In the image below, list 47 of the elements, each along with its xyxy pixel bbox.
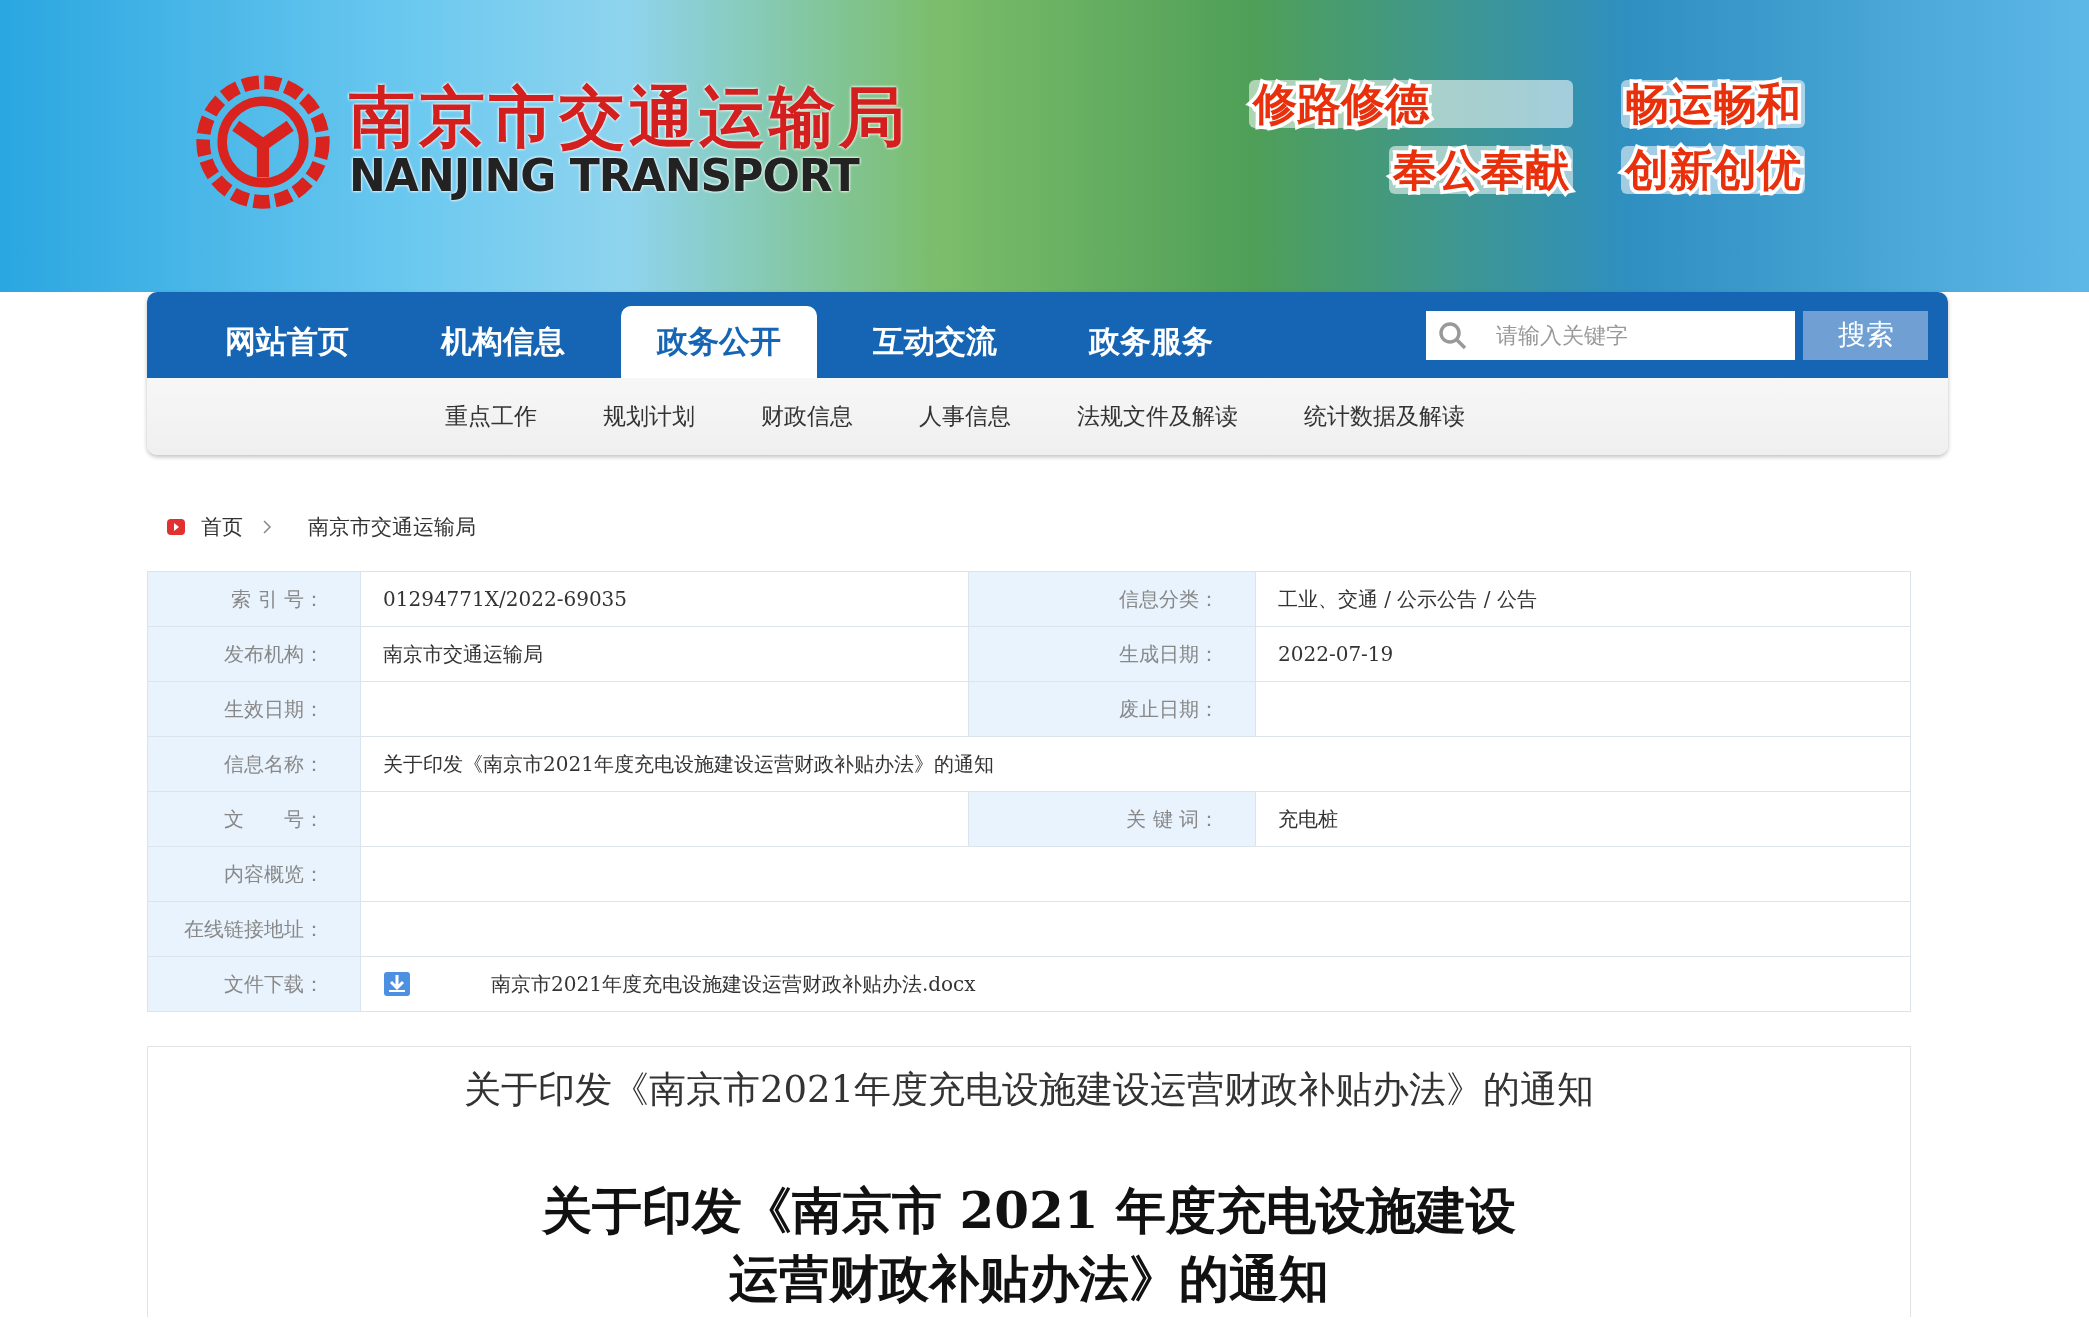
download-icon[interactable] xyxy=(383,971,411,997)
field-label: 发布机构： xyxy=(147,626,361,682)
document-heading: 关于印发《南京市 2021 年度充电设施建设 xyxy=(542,1180,1516,1242)
slogan-text: 修路修德 xyxy=(1249,80,1573,128)
field-value: 充电桩 xyxy=(1278,806,1338,831)
document-heading: 运营财政补贴办法》的通知 xyxy=(729,1248,1329,1310)
field-label: 索 引 号： xyxy=(147,571,361,627)
subnav-link[interactable]: 人事信息 xyxy=(919,401,1011,432)
field-label: 文件下载： xyxy=(147,956,361,1012)
subnav-link[interactable]: 重点工作 xyxy=(445,401,537,432)
subnav-link[interactable]: 法规文件及解读 xyxy=(1077,401,1238,432)
subnav-link[interactable]: 规划计划 xyxy=(603,401,695,432)
field-label: 内容概览： xyxy=(147,846,361,902)
file-link[interactable]: 南京市2021年度充电设施建设运营财政补贴办法.docx xyxy=(491,970,976,998)
field-label: 关 键 词： xyxy=(968,791,1256,847)
subnav-link[interactable]: 财政信息 xyxy=(761,401,853,432)
field-label: 生效日期： xyxy=(147,681,361,737)
subnav-link[interactable]: 统计数据及解读 xyxy=(1304,401,1465,432)
slogan-text: 奉公奉献 xyxy=(1389,146,1573,194)
nav-tab[interactable]: 互动交流 xyxy=(837,306,1033,378)
field-label: 废止日期： xyxy=(968,681,1256,737)
breadcrumb-link[interactable]: 首页 xyxy=(201,513,243,541)
chevron-right-icon xyxy=(263,520,272,534)
logo-icon xyxy=(195,74,331,210)
slogan-text: 畅运畅和 xyxy=(1621,80,1805,128)
field-label: 信息分类： xyxy=(968,571,1256,627)
article-title: 关于印发《南京市2021年度充电设施建设运营财政补贴办法》的通知 xyxy=(463,1067,1595,1113)
nav-tab[interactable]: 机构信息 xyxy=(405,306,601,378)
nav-tab[interactable]: 政务服务 xyxy=(1053,306,1249,378)
nav-tab[interactable]: 政务公开 xyxy=(621,306,817,378)
slogan-text: 创新创优 xyxy=(1621,146,1805,194)
logo-title: 南京市交通运输局 xyxy=(349,83,909,153)
field-label: 在线链接地址： xyxy=(147,901,361,957)
field-label: 生成日期： xyxy=(968,626,1256,682)
nav-tab[interactable]: 网站首页 xyxy=(189,306,385,378)
play-icon xyxy=(167,519,185,535)
field-value: 南京市交通运输局 xyxy=(383,641,543,666)
field-value: 2022-07-19 xyxy=(1278,642,1394,666)
field-value: 关于印发《南京市2021年度充电设施建设运营财政补贴办法》的通知 xyxy=(383,751,994,776)
field-value: 工业、交通 / 公示公告 / 公告 xyxy=(1278,586,1537,611)
field-label: 文 号： xyxy=(147,791,361,847)
search-icon xyxy=(1438,320,1468,351)
field-label: 信息名称： xyxy=(147,736,361,792)
logo-subtitle: NANJING TRANSPORT xyxy=(349,152,861,201)
field-value: 01294771X/2022-69035 xyxy=(383,587,628,611)
breadcrumb-link[interactable]: 南京市交通运输局 xyxy=(308,513,476,541)
search-field[interactable]: 请输入关键字 xyxy=(1426,310,1795,360)
